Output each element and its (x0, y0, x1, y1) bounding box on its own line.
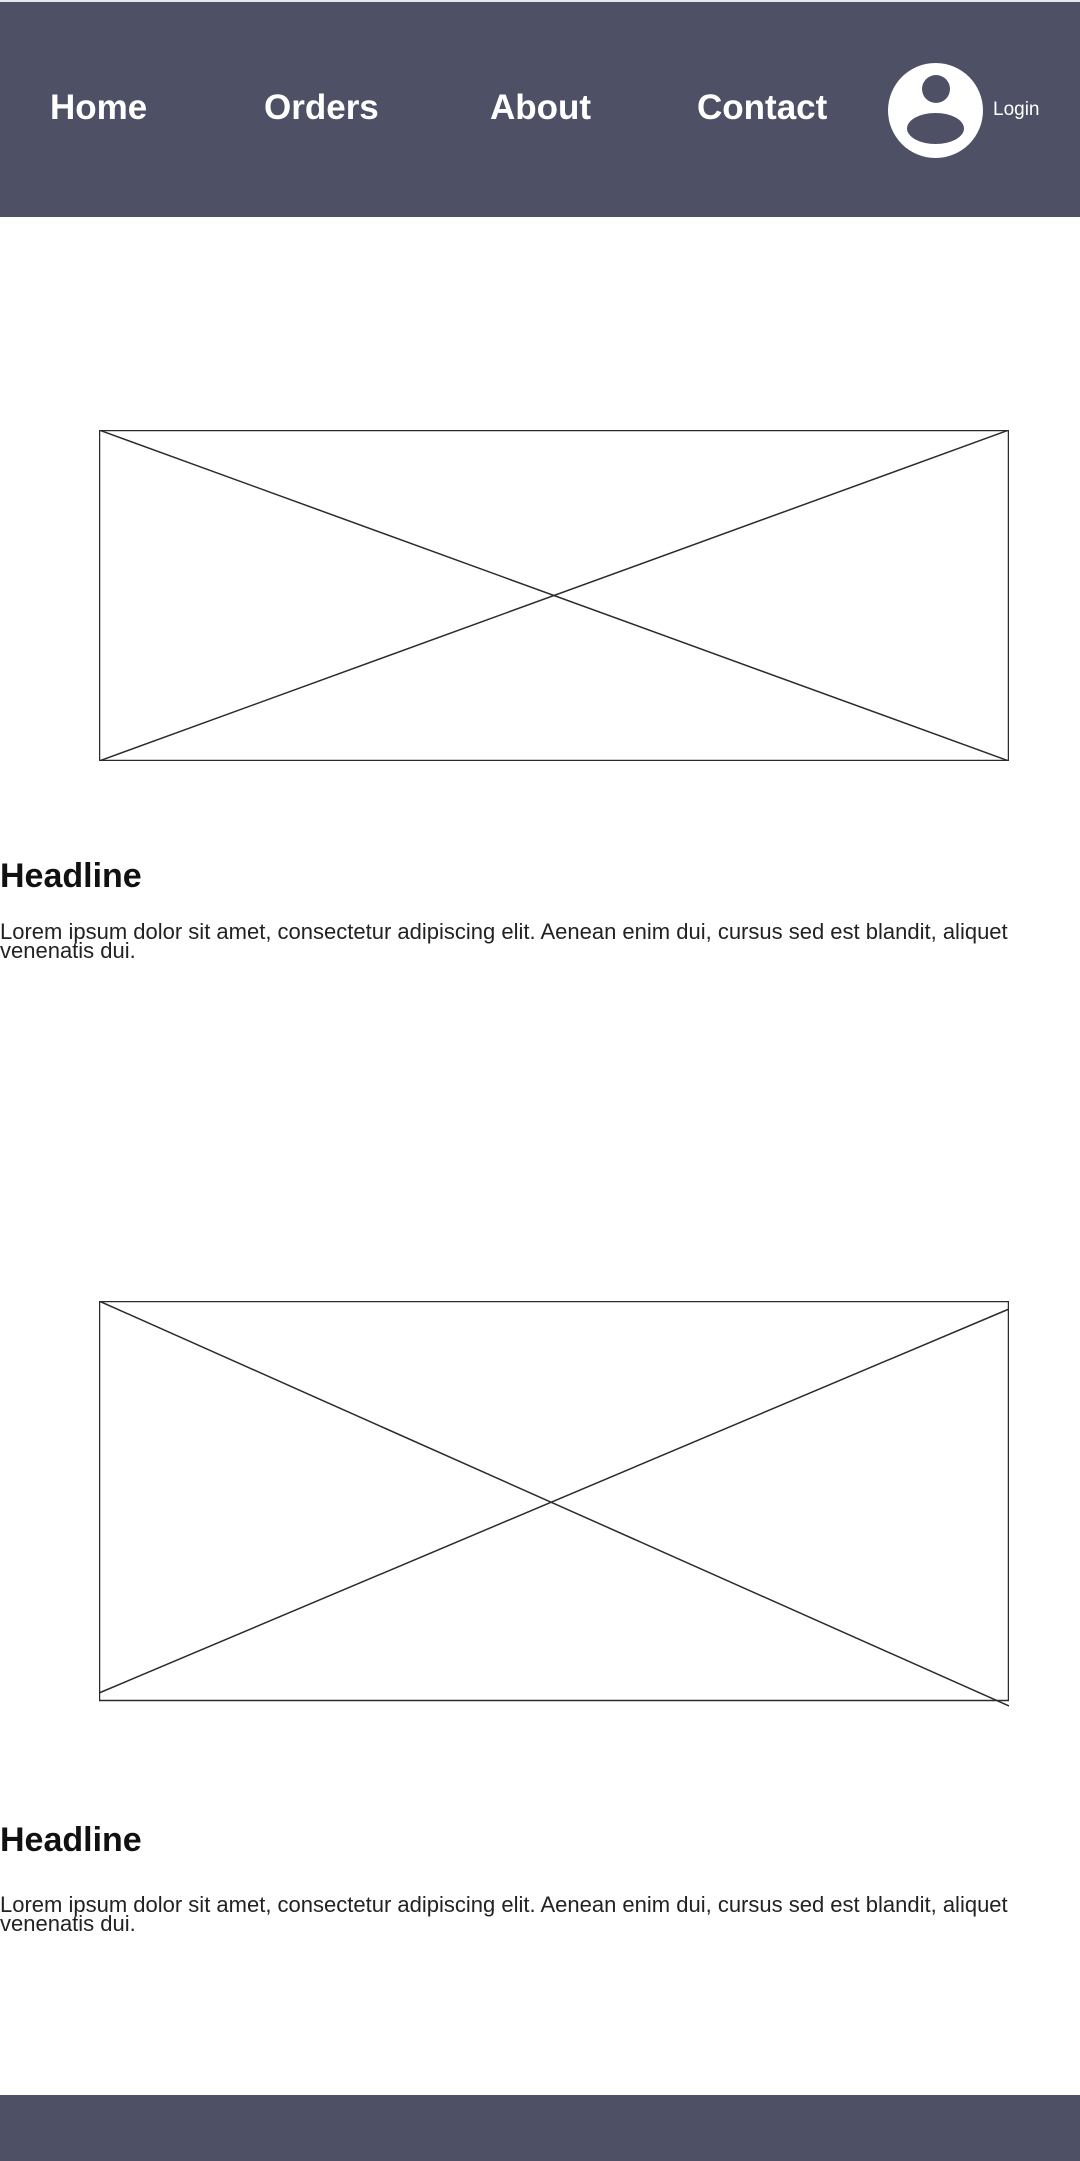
section-body-text: Lorem ipsum dolor sit amet, consectetur … (0, 919, 1008, 963)
avatar-body-shape (907, 113, 964, 144)
image-placeholder-graphic (99, 430, 1009, 761)
nav-about-link[interactable]: About (490, 88, 591, 128)
image-placeholder-graphic (99, 1301, 1009, 1707)
section-headline: Headline (0, 857, 142, 895)
user-avatar-icon[interactable] (888, 63, 983, 158)
login-link[interactable]: Login (993, 99, 1040, 121)
image-placeholder-icon (99, 430, 1009, 761)
section-body-text: Lorem ipsum dolor sit amet, consectetur … (0, 1892, 1008, 1936)
section-headline: Headline (0, 1821, 142, 1859)
nav-contact-link[interactable]: Contact (697, 88, 827, 128)
top-nav-bar: Home Orders About Contact Login (0, 0, 1080, 217)
nav-home-link[interactable]: Home (50, 88, 147, 128)
nav-orders-link[interactable]: Orders (264, 88, 379, 128)
footer-bar (0, 2095, 1080, 2161)
avatar-head-shape (922, 75, 950, 103)
image-placeholder-icon (99, 1301, 1009, 1709)
